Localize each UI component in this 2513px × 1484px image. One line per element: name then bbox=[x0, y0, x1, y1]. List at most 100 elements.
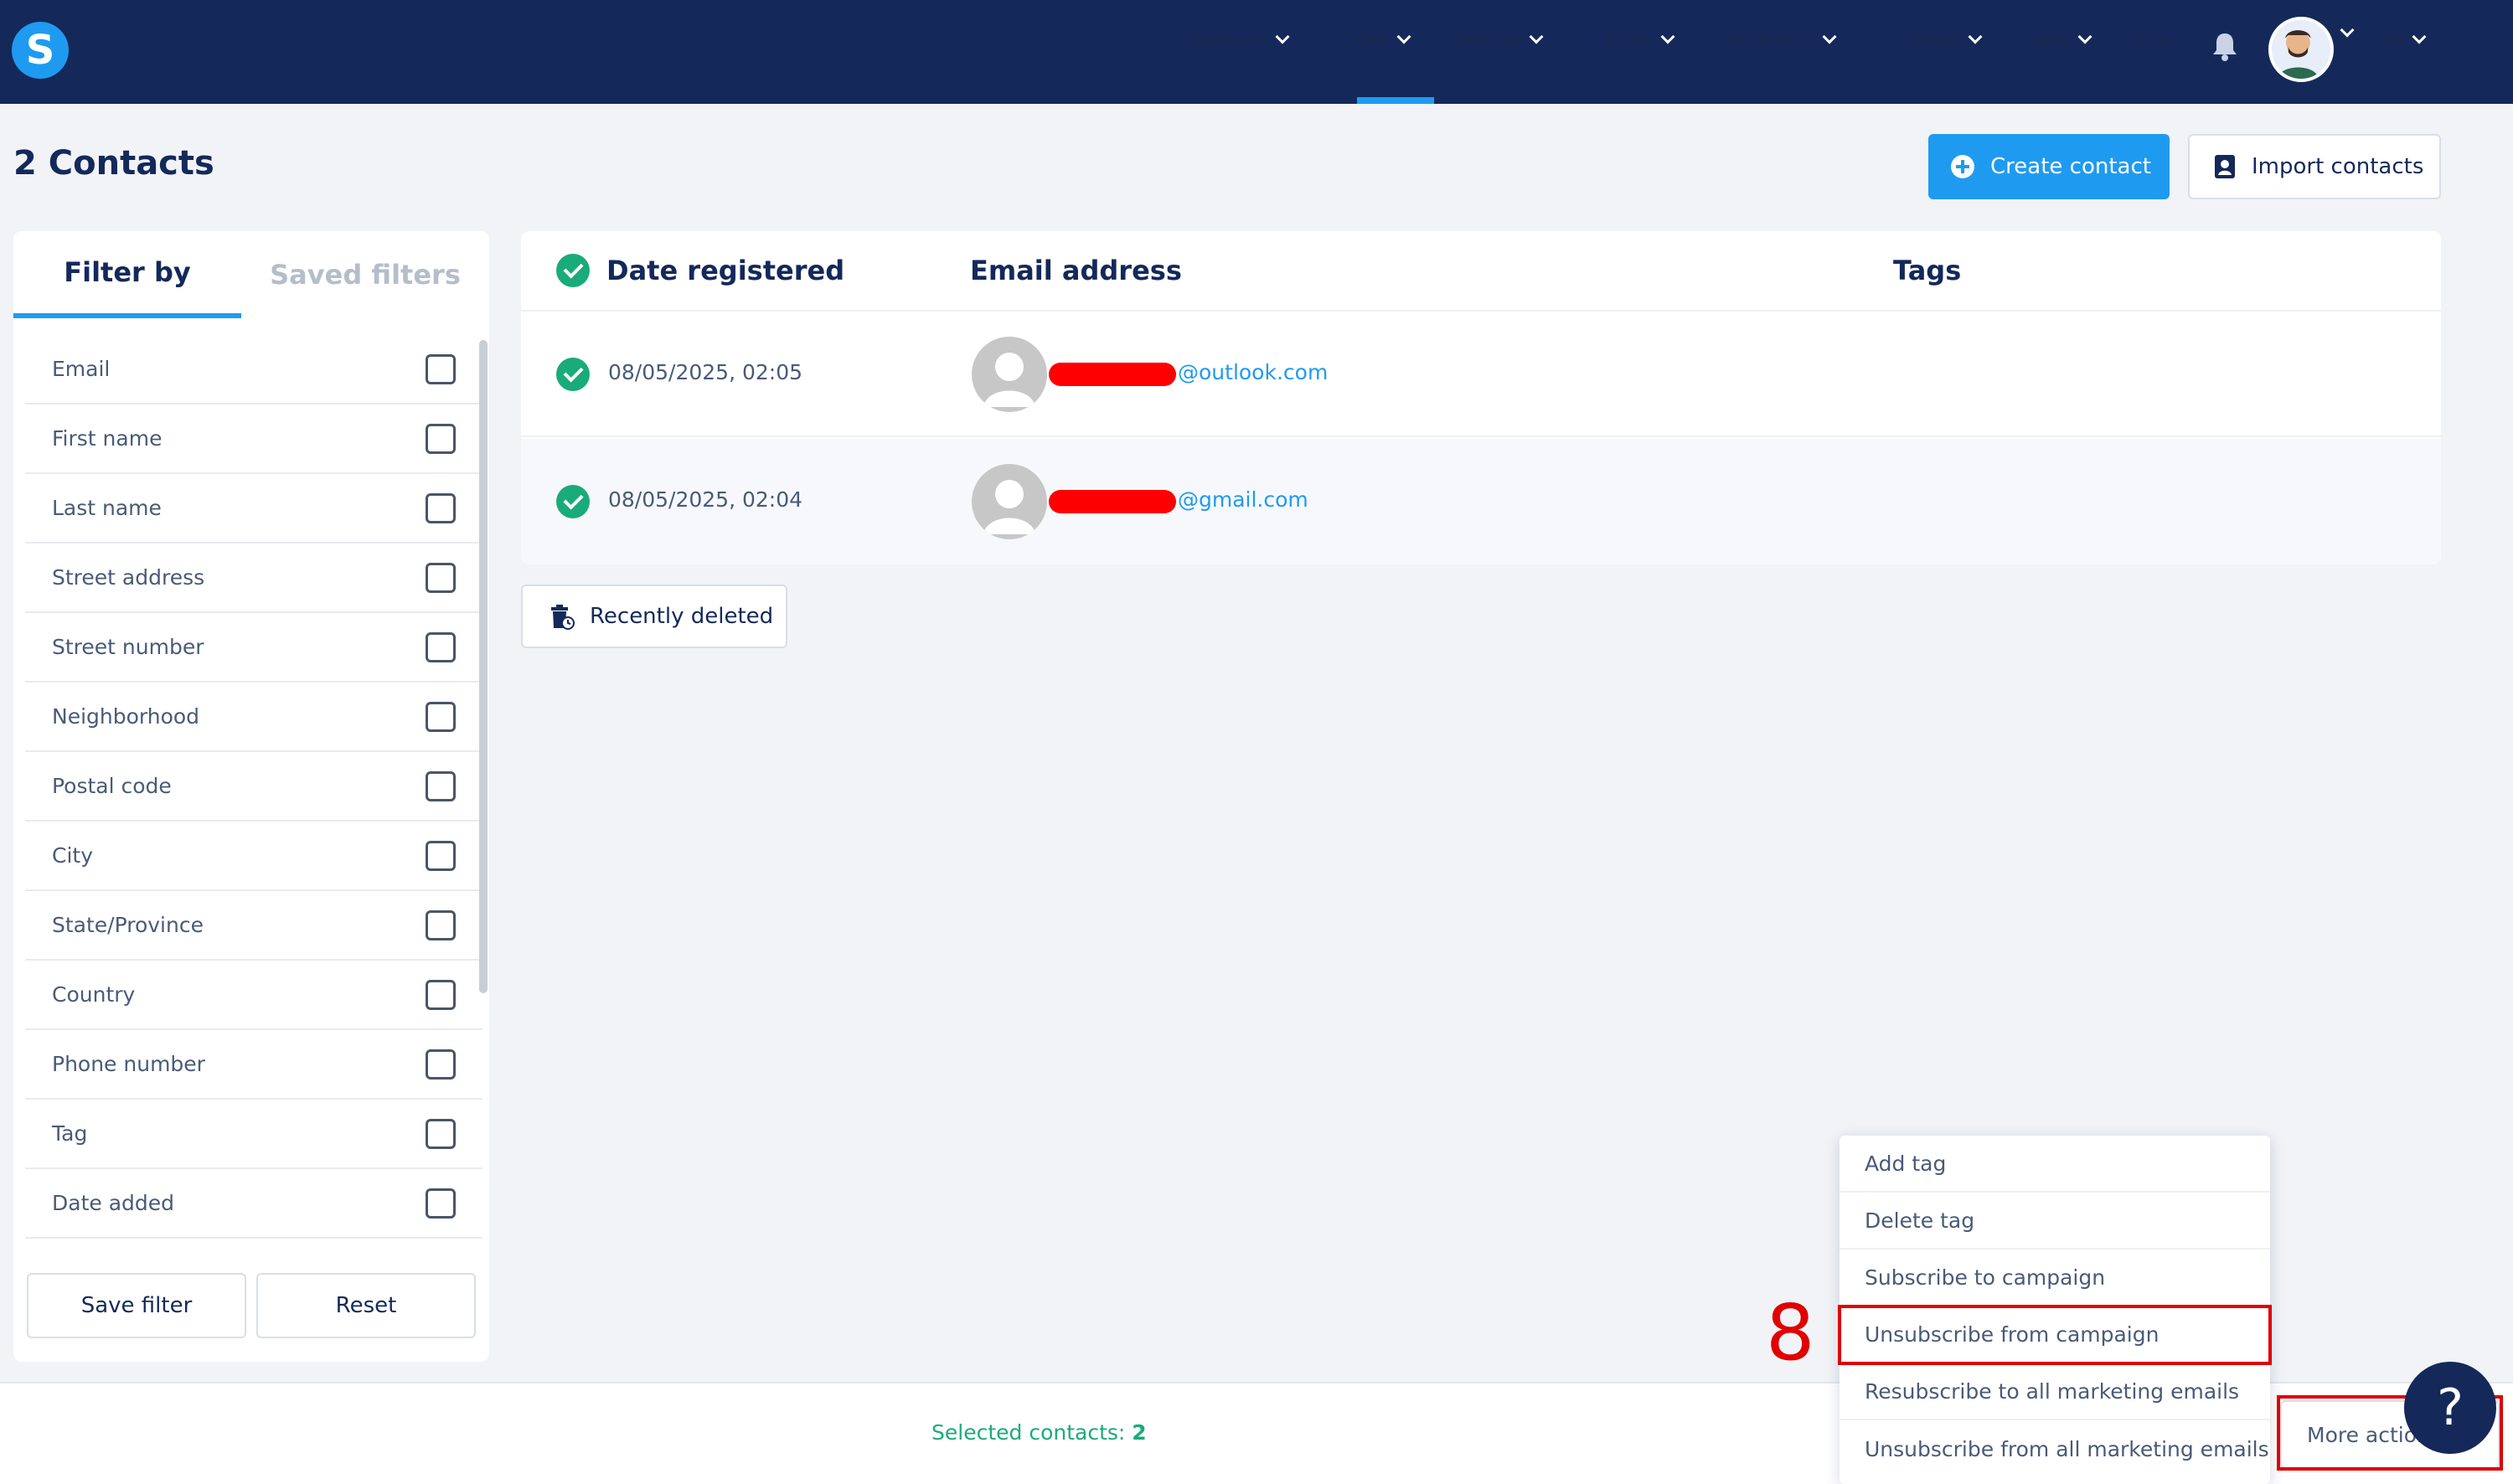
filter-checkbox[interactable] bbox=[426, 701, 456, 732]
filter-row-city[interactable]: City bbox=[25, 822, 482, 891]
app-logo[interactable]: S bbox=[12, 22, 69, 79]
nav-help[interactable]: Help bbox=[2139, 32, 2170, 48]
menu-item-resubscribe-marketing[interactable]: Resubscribe to all marketing emails bbox=[1840, 1363, 2270, 1420]
selected-contacts-count: Selected contacts: 2 bbox=[931, 1420, 1147, 1445]
filter-checkbox[interactable] bbox=[426, 770, 456, 801]
import-contacts-button[interactable]: Import contacts bbox=[2188, 134, 2441, 199]
filter-row-first-name[interactable]: First name bbox=[25, 404, 482, 474]
question-mark-icon: ? bbox=[2437, 1378, 2464, 1437]
filter-checkbox[interactable] bbox=[426, 562, 456, 593]
filter-label: Neighborhood bbox=[52, 704, 200, 729]
nav-dashboard[interactable]: Dashboard bbox=[1193, 29, 1290, 48]
nav-crm[interactable]: CRM bbox=[1357, 29, 1411, 48]
language-selector[interactable]: EN bbox=[2384, 29, 2427, 48]
contact-avatar bbox=[972, 337, 1047, 412]
nav-emails[interactable]: Emails bbox=[1607, 29, 1675, 48]
chevron-down-icon bbox=[2412, 29, 2427, 44]
filter-scrollbar[interactable] bbox=[479, 340, 488, 1236]
user-avatar[interactable] bbox=[2268, 17, 2334, 82]
filter-label: Date added bbox=[52, 1191, 175, 1215]
select-all-checkbox[interactable] bbox=[556, 253, 590, 287]
column-date-registered[interactable]: Date registered bbox=[606, 255, 844, 286]
nav-sales[interactable]: Sales bbox=[2032, 29, 2092, 48]
filter-tabs: Filter by Saved filters bbox=[13, 231, 489, 318]
contact-book-icon bbox=[2215, 155, 2235, 178]
nav-automations[interactable]: Automations bbox=[1727, 29, 1837, 48]
filter-checkbox[interactable] bbox=[426, 631, 456, 662]
nav-help-label: Help bbox=[2139, 32, 2170, 48]
filter-checkbox[interactable] bbox=[426, 840, 456, 871]
filter-label: Country bbox=[52, 982, 136, 1007]
recently-deleted-button[interactable]: Recently deleted bbox=[521, 585, 787, 648]
filter-row-state-province[interactable]: State/Province bbox=[25, 891, 482, 961]
nav-websites[interactable]: Websites bbox=[1459, 29, 1544, 48]
filter-scrollbar-thumb[interactable] bbox=[479, 340, 488, 993]
contact-avatar bbox=[972, 464, 1047, 539]
chevron-down-icon bbox=[1822, 29, 1837, 44]
filter-row-date-added[interactable]: Date added bbox=[25, 1169, 482, 1239]
avatar-menu-toggle[interactable] bbox=[2340, 23, 2355, 38]
nav-active-indicator bbox=[1357, 97, 1434, 104]
filter-row-street-number[interactable]: Street number bbox=[25, 613, 482, 683]
chevron-down-icon bbox=[2077, 29, 2092, 44]
filter-checkbox[interactable] bbox=[426, 1188, 456, 1219]
help-chat-button[interactable]: ? bbox=[2404, 1362, 2496, 1454]
nav-crm-label: CRM bbox=[1357, 32, 1388, 48]
column-email-address[interactable]: Email address bbox=[970, 255, 1182, 286]
tab-saved-filters[interactable]: Saved filters bbox=[241, 231, 489, 318]
redacted-email-user bbox=[1049, 363, 1176, 386]
filter-label: Street address bbox=[52, 565, 205, 590]
row-email[interactable]: @outlook.com bbox=[1178, 360, 1328, 384]
save-filter-button[interactable]: Save filter bbox=[27, 1273, 246, 1338]
filter-row-street-address[interactable]: Street address bbox=[25, 544, 482, 613]
filter-checkbox[interactable] bbox=[426, 909, 456, 940]
filter-label: Phone number bbox=[52, 1052, 205, 1076]
chevron-down-icon bbox=[2340, 23, 2355, 38]
filter-label: First name bbox=[52, 426, 163, 451]
reset-button[interactable]: Reset bbox=[256, 1273, 476, 1338]
filter-list: Email First name Last name Street addres… bbox=[25, 335, 482, 1239]
selected-count: 2 bbox=[1132, 1420, 1147, 1445]
filter-row-email[interactable]: Email bbox=[25, 335, 482, 404]
create-contact-label: Create contact bbox=[1990, 154, 2151, 179]
filter-checkbox[interactable] bbox=[426, 353, 456, 384]
bell-icon[interactable] bbox=[2211, 32, 2238, 62]
filter-row-phone-number[interactable]: Phone number bbox=[25, 1030, 482, 1100]
more-actions-menu: Add tag Delete tag Subscribe to campaign… bbox=[1838, 1136, 2272, 1484]
tab-filter-by[interactable]: Filter by bbox=[13, 231, 241, 318]
filter-row-tag[interactable]: Tag bbox=[25, 1100, 482, 1169]
row-email[interactable]: @gmail.com bbox=[1178, 487, 1308, 512]
filter-row-postal-code[interactable]: Postal code bbox=[25, 752, 482, 822]
create-contact-button[interactable]: Create contact bbox=[1928, 134, 2170, 199]
table-row[interactable]: 08/05/2025, 02:04 @gmail.com bbox=[521, 439, 2441, 564]
nav-sales-label: Sales bbox=[2032, 32, 2068, 48]
nav-assets-label: Assets bbox=[1915, 32, 1959, 48]
row-checkbox[interactable] bbox=[556, 358, 590, 391]
menu-item-unsubscribe-campaign[interactable]: Unsubscribe from campaign bbox=[1838, 1305, 2272, 1365]
default-avatar-icon bbox=[983, 353, 1035, 407]
chevron-down-icon bbox=[1529, 29, 1544, 44]
filter-row-last-name[interactable]: Last name bbox=[25, 474, 482, 544]
chevron-down-icon bbox=[1968, 29, 1983, 44]
menu-item-subscribe-campaign[interactable]: Subscribe to campaign bbox=[1840, 1250, 2270, 1306]
table-row[interactable]: 08/05/2025, 02:05 @outlook.com bbox=[521, 312, 2441, 437]
annotation-step-number: 8 bbox=[1766, 1288, 1815, 1378]
filter-checkbox[interactable] bbox=[426, 423, 456, 454]
nav-websites-label: Websites bbox=[1459, 32, 1520, 48]
filter-checkbox[interactable] bbox=[426, 1049, 456, 1080]
menu-item-unsubscribe-marketing[interactable]: Unsubscribe from all marketing emails bbox=[1840, 1420, 2270, 1477]
filter-label: Tag bbox=[52, 1121, 88, 1146]
nav-assets[interactable]: Assets bbox=[1915, 29, 1983, 48]
filter-row-country[interactable]: Country bbox=[25, 961, 482, 1030]
column-tags[interactable]: Tags bbox=[1893, 255, 1961, 286]
menu-item-delete-tag[interactable]: Delete tag bbox=[1840, 1193, 2270, 1250]
filter-label: State/Province bbox=[52, 913, 204, 937]
filter-row-neighborhood[interactable]: Neighborhood bbox=[25, 683, 482, 752]
menu-item-add-tag[interactable]: Add tag bbox=[1840, 1136, 2270, 1193]
filter-checkbox[interactable] bbox=[426, 979, 456, 1010]
user-avatar-illustration bbox=[2278, 30, 2319, 79]
filter-checkbox[interactable] bbox=[426, 1118, 456, 1149]
row-checkbox[interactable] bbox=[556, 485, 590, 518]
filter-checkbox[interactable] bbox=[426, 492, 456, 523]
page-title: 2 Contacts bbox=[13, 144, 214, 183]
